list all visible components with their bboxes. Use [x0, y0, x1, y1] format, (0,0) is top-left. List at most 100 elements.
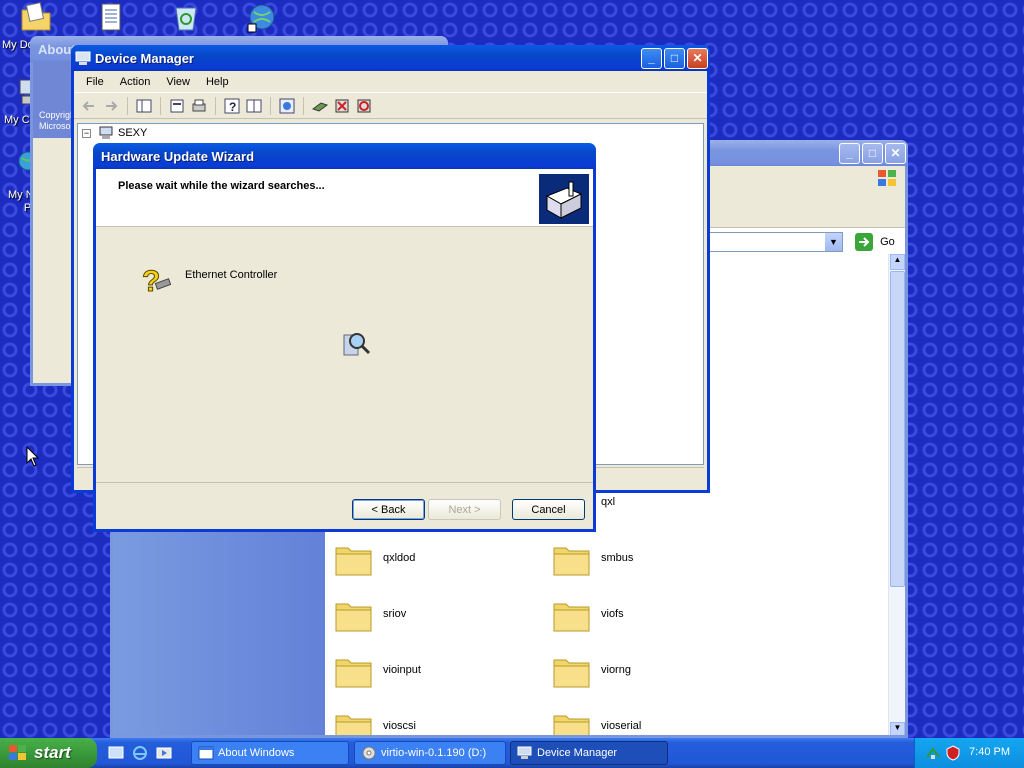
folder-label: smbus: [601, 552, 634, 564]
folder-item[interactable]: vioserial: [553, 706, 753, 735]
internet-explorer-icon[interactable]: [132, 745, 148, 761]
device-manager-titlebar[interactable]: Device Manager _ □ ✕: [71, 45, 710, 71]
maximize-button[interactable]: □: [664, 47, 685, 69]
tree-collapse-toggle[interactable]: −: [82, 129, 91, 138]
media-player-icon[interactable]: [156, 745, 172, 761]
desktop-icon-label: My Do: [2, 39, 34, 51]
toolbar-separator: [127, 96, 128, 115]
menu-view[interactable]: View: [158, 76, 198, 88]
go-label: Go: [880, 236, 895, 248]
folder-label: vioserial: [601, 720, 642, 732]
folder-label: vioinput: [383, 664, 421, 676]
hardware-wizard-icon: [539, 174, 589, 224]
back-arrow-icon[interactable]: [80, 97, 98, 115]
folder-icon: [335, 659, 372, 688]
unknown-device-icon: ?: [142, 265, 172, 299]
internet-shortcut-icon[interactable]: [246, 2, 276, 34]
show-hide-tree-icon[interactable]: [135, 97, 153, 115]
forward-arrow-icon[interactable]: [102, 97, 120, 115]
scroll-up-button[interactable]: ▲: [890, 254, 905, 270]
svg-text:?: ?: [142, 265, 160, 298]
minimize-icon: _: [846, 146, 853, 160]
folder-item[interactable]: vioscsi: [335, 706, 535, 735]
wizard-titlebar[interactable]: Hardware Update Wizard: [93, 143, 596, 169]
menu-action[interactable]: Action: [112, 76, 159, 88]
scan-hardware-icon[interactable]: [278, 97, 296, 115]
go-button[interactable]: Go: [855, 233, 895, 251]
menu-file[interactable]: File: [78, 76, 112, 88]
scroll-thumb[interactable]: [890, 271, 905, 587]
about-copyright-line2: Microso: [39, 121, 71, 131]
uninstall-icon[interactable]: [333, 97, 351, 115]
folder-item[interactable]: smbus: [553, 538, 753, 582]
folder-icon: [553, 547, 590, 576]
network-tray-icon[interactable]: [925, 745, 941, 761]
clock[interactable]: 7:40 PM: [969, 746, 1010, 758]
folder-icon: [553, 715, 590, 735]
cd-drive-icon: [362, 746, 376, 760]
device-manager-title: Device Manager: [95, 50, 194, 66]
taskbar-item-label: virtio-win-0.1.190 (D:): [381, 747, 487, 759]
taskbar-item-virtio-win[interactable]: virtio-win-0.1.190 (D:): [354, 741, 506, 765]
folder-label: qxldod: [383, 552, 416, 564]
menu-help[interactable]: Help: [198, 76, 237, 88]
about-copyright-line1: Copyrigh: [39, 110, 76, 120]
windows-flag-icon: [9, 745, 26, 760]
folder-item[interactable]: sriov: [335, 594, 535, 638]
close-button[interactable]: ✕: [687, 47, 708, 69]
taskbar-item-device-manager[interactable]: Device Manager: [510, 741, 668, 765]
system-tray: 7:40 PM: [914, 738, 1024, 768]
close-icon: ✕: [692, 51, 703, 65]
print-icon[interactable]: [190, 97, 208, 115]
notepad-icon[interactable]: [100, 2, 124, 32]
folder-item[interactable]: vioinput: [335, 650, 535, 694]
minimize-button[interactable]: _: [839, 142, 860, 164]
folder-label: viofs: [601, 608, 624, 620]
computer-icon: [99, 126, 113, 139]
maximize-button[interactable]: □: [862, 142, 883, 164]
searching-magnifier-icon: [343, 333, 371, 356]
security-shield-icon[interactable]: [945, 745, 961, 761]
minimize-icon: _: [648, 51, 655, 65]
device-manager-icon: [75, 51, 91, 65]
folder-label: viorng: [601, 664, 631, 676]
address-dropdown-button[interactable]: ▼: [825, 233, 842, 251]
wizard-divider: [96, 482, 593, 483]
taskbar-item-about-windows[interactable]: About Windows: [191, 741, 349, 765]
back-button[interactable]: < Back: [352, 499, 425, 520]
vertical-scrollbar[interactable]: ▲ ▼: [888, 254, 905, 735]
properties-icon[interactable]: [168, 97, 186, 115]
toolbar-separator: [215, 96, 216, 115]
tree-root-label[interactable]: SEXY: [118, 127, 147, 139]
folder-icon: [335, 715, 372, 735]
start-label: start: [34, 743, 71, 762]
folder-item[interactable]: viofs: [553, 594, 753, 638]
folder-icon: [553, 603, 590, 632]
device-name: Ethernet Controller: [185, 269, 278, 281]
scroll-down-button[interactable]: ▼: [890, 722, 905, 735]
folder-item[interactable]: qxldod: [335, 538, 535, 582]
folder-item[interactable]: viorng: [553, 650, 753, 694]
close-button[interactable]: ✕: [885, 142, 906, 164]
wizard-title: Hardware Update Wizard: [101, 148, 255, 164]
chevron-down-icon: ▼: [829, 237, 838, 247]
maximize-icon: □: [868, 146, 877, 160]
wizard-heading: Please wait while the wizard searches...: [118, 180, 325, 192]
chevron-up-icon: ▲: [893, 255, 902, 264]
cancel-button[interactable]: Cancel: [512, 499, 585, 520]
start-button[interactable]: start: [0, 738, 97, 768]
chevron-down-icon: ▼: [893, 723, 902, 732]
help-icon[interactable]: ?: [223, 97, 241, 115]
show-desktop-icon[interactable]: [108, 745, 124, 761]
recycle-bin-icon[interactable]: [172, 2, 200, 32]
next-button[interactable]: Next >: [428, 499, 501, 520]
taskbar-item-label: About Windows: [218, 747, 295, 759]
hardware-update-wizard[interactable]: Hardware Update Wizard Please wait while…: [93, 143, 596, 532]
minimize-button[interactable]: _: [641, 47, 662, 69]
update-driver-icon[interactable]: [311, 97, 329, 115]
close-icon: ✕: [890, 146, 901, 160]
export-list-icon[interactable]: [245, 97, 263, 115]
folder-icon: [335, 547, 372, 576]
disable-device-icon[interactable]: [355, 97, 373, 115]
folder-label: qxl: [601, 496, 616, 508]
